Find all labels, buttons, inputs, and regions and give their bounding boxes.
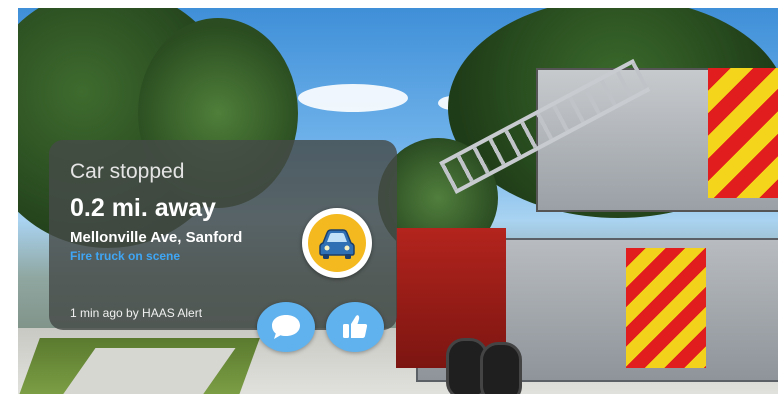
alert-location: Mellonville Ave, Sanford <box>70 229 243 246</box>
fire-truck <box>396 58 778 394</box>
truck-wheel <box>480 342 522 394</box>
car-icon <box>319 229 355 259</box>
like-button[interactable] <box>326 302 384 352</box>
truck-rear-chevrons <box>626 248 706 368</box>
truck-top-chevrons <box>708 68 778 198</box>
comment-button[interactable] <box>257 302 315 352</box>
alert-type: Car stopped <box>70 160 185 183</box>
alert-source: 1 min ago by HAAS Alert <box>70 306 203 320</box>
car-badge <box>302 208 372 278</box>
alert-detail: Fire truck on scene <box>70 249 181 263</box>
thumbs-up-icon <box>343 315 368 338</box>
alert-distance: 0.2 mi. away <box>70 194 216 222</box>
speech-bubble-icon <box>272 315 300 339</box>
cloud <box>298 84 408 112</box>
